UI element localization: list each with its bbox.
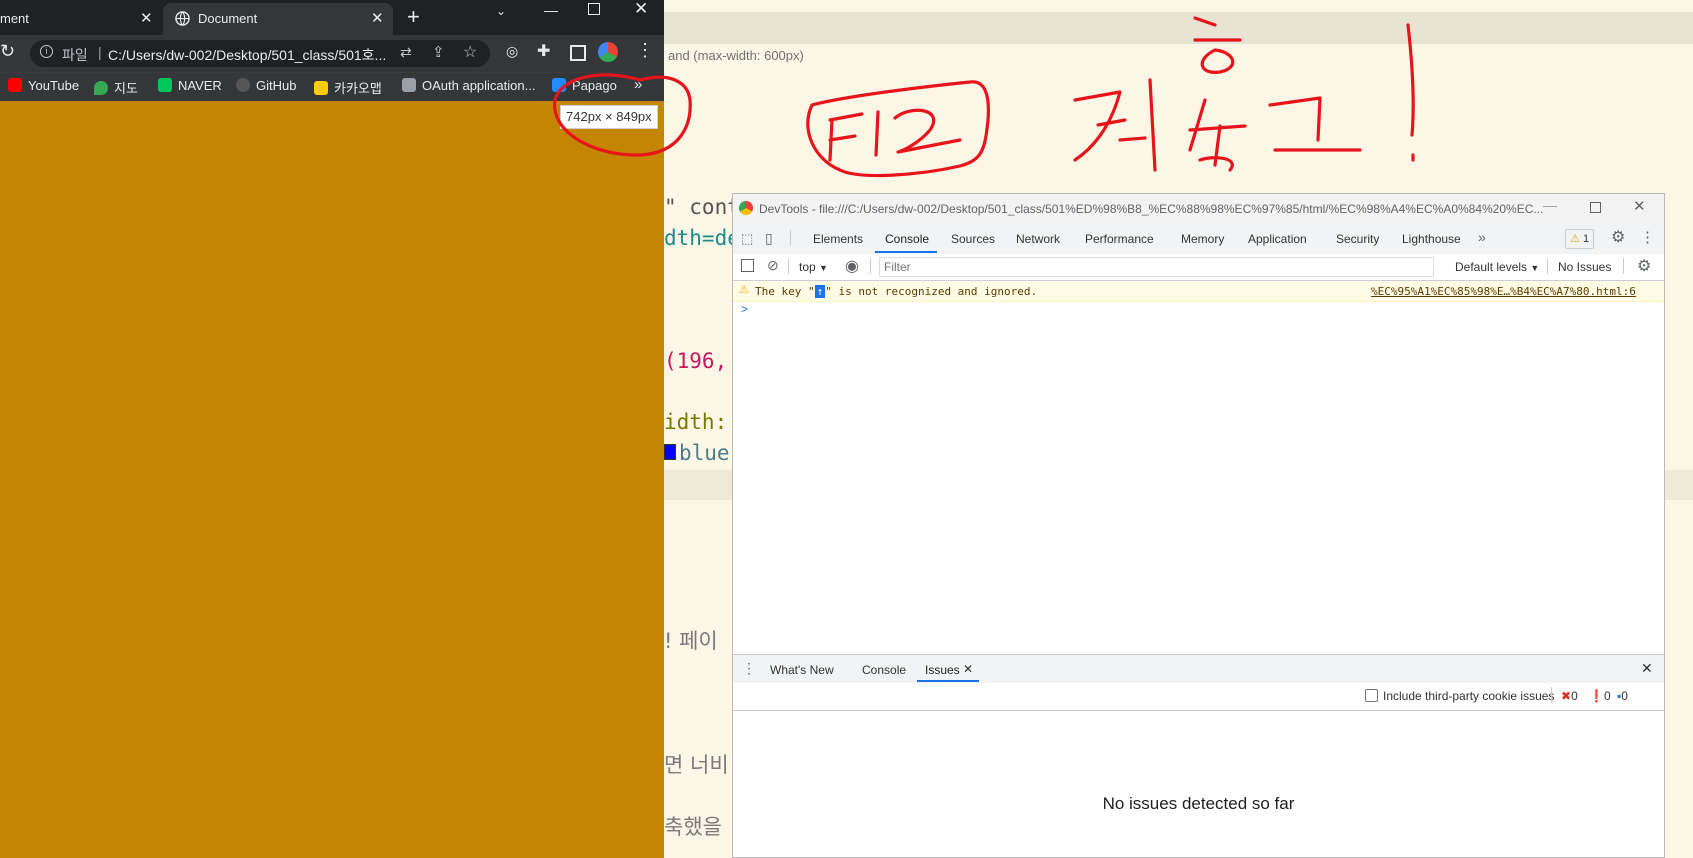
- close-window-icon[interactable]: ✕: [1633, 197, 1646, 215]
- settings-icon[interactable]: ⚙: [1611, 227, 1625, 247]
- warning-count: 1: [1582, 233, 1590, 245]
- drawer-tab-console[interactable]: Console: [862, 663, 906, 677]
- divider: [1547, 258, 1548, 274]
- issues-toolbar: Include third-party cookie issues ✖0 ❗0 …: [733, 683, 1664, 711]
- tab-lighthouse[interactable]: Lighthouse: [1402, 232, 1461, 246]
- error-count: ✖0: [1561, 689, 1578, 703]
- console-filter-input[interactable]: [879, 257, 1434, 277]
- chevron-down-icon: ▼: [1530, 263, 1540, 273]
- maximize-icon[interactable]: [1590, 202, 1601, 213]
- more-tabs-icon[interactable]: »: [1478, 229, 1486, 245]
- levels-label: Default levels: [1455, 260, 1528, 274]
- close-drawer-icon[interactable]: ✕: [1641, 660, 1653, 677]
- devtools-panel-tabs: ⬚ ▯ Elements Console Sources Network Per…: [733, 224, 1664, 255]
- tab-sources[interactable]: Sources: [951, 232, 995, 246]
- warning-count: ❗0: [1589, 689, 1611, 703]
- count-text: 0: [1571, 689, 1578, 703]
- tab-performance[interactable]: Performance: [1085, 232, 1154, 246]
- message-text: " is not recognized and ignored.: [825, 285, 1038, 298]
- divider: [1623, 258, 1624, 274]
- sidebar-toggle-icon[interactable]: [741, 259, 754, 272]
- context-selector[interactable]: top ▼: [799, 260, 828, 274]
- warnings-counter[interactable]: ⚠ 1: [1565, 229, 1595, 249]
- close-icon[interactable]: ✕: [963, 662, 973, 676]
- issues-button[interactable]: No Issues: [1558, 260, 1611, 274]
- drawer-tabbar: ⋮ What's New Console Issues ✕ ✕: [733, 654, 1664, 684]
- devtools-title: DevTools - file:///C:/Users/dw-002/Deskt…: [759, 202, 1544, 216]
- warning-icon: ⚠: [739, 283, 749, 296]
- device-toolbar-icon[interactable]: ▯: [765, 230, 773, 247]
- divider: [1551, 687, 1552, 703]
- active-tab-indicator: [917, 680, 979, 682]
- info-count: ▪0: [1617, 689, 1628, 703]
- message-text: The key ": [755, 285, 815, 298]
- context-label: top: [799, 260, 816, 274]
- drawer-tab-whats-new[interactable]: What's New: [770, 663, 834, 677]
- third-party-checkbox[interactable]: [1365, 689, 1378, 702]
- divider: [788, 258, 789, 274]
- inspect-element-icon[interactable]: ⬚: [741, 231, 753, 247]
- third-party-label: Include third-party cookie issues: [1383, 689, 1555, 703]
- console-toolbar: ⊘ top ▼ ◉ Default levels ▼ No Issues ⚙: [733, 254, 1664, 281]
- chrome-icon: [739, 201, 753, 215]
- warning-message: The key " ↑ " is not recognized and ignore…: [755, 285, 1037, 298]
- minimize-icon[interactable]: —: [1543, 197, 1557, 213]
- log-levels-dropdown[interactable]: Default levels ▼: [1455, 260, 1539, 274]
- key-glyph: ↑: [814, 285, 826, 298]
- warning-icon: ⚠: [1570, 233, 1580, 245]
- tab-network[interactable]: Network: [1016, 232, 1060, 246]
- drawer-menu-icon[interactable]: ⋮: [742, 660, 756, 677]
- console-settings-icon[interactable]: ⚙: [1637, 256, 1651, 276]
- count-text: 0: [1603, 689, 1611, 703]
- tab-elements[interactable]: Elements: [813, 232, 863, 246]
- eye-icon[interactable]: ◉: [845, 256, 859, 276]
- error-icon: ✖: [1561, 689, 1572, 703]
- count-text: 0: [1621, 689, 1628, 703]
- devtools-window: DevTools - file:///C:/Users/dw-002/Deskt…: [732, 193, 1665, 858]
- tab-console[interactable]: Console: [885, 232, 929, 246]
- no-issues-message: No issues detected so far: [1102, 794, 1295, 813]
- menu-icon[interactable]: ⋮: [1640, 228, 1655, 246]
- warning-icon: ❗: [1589, 689, 1604, 703]
- tab-security[interactable]: Security: [1336, 232, 1379, 246]
- devtools-titlebar: DevTools - file:///C:/Users/dw-002/Deskt…: [733, 194, 1664, 224]
- console-warning-row: ⚠ The key " ↑ " is not recognized and igno…: [733, 281, 1664, 302]
- divider: [790, 230, 791, 246]
- tab-memory[interactable]: Memory: [1181, 232, 1224, 246]
- tab-application[interactable]: Application: [1248, 232, 1307, 246]
- warning-source-link[interactable]: %EC%95%A1%EC%85%98%E…%B4%EC%A7%80.html:6: [1371, 285, 1636, 298]
- clear-console-icon[interactable]: ⊘: [767, 257, 779, 274]
- divider: [870, 258, 871, 274]
- drawer-tab-issues[interactable]: Issues: [925, 663, 960, 677]
- active-tab-indicator: [875, 251, 937, 253]
- console-prompt[interactable]: >: [741, 302, 748, 316]
- chevron-down-icon: ▼: [819, 263, 828, 273]
